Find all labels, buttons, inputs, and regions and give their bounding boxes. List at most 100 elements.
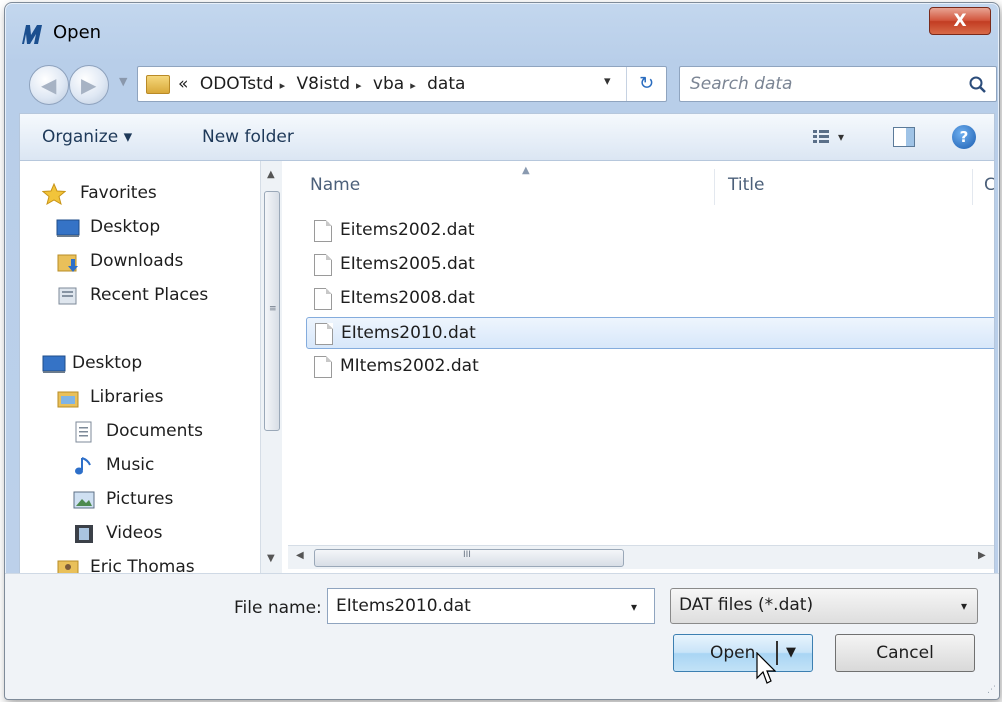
nav-item-label: Favorites <box>80 183 157 203</box>
music-icon <box>75 457 91 475</box>
file-type-value: DAT files (*.dat) <box>679 595 814 615</box>
file-icon <box>315 323 333 345</box>
column-divider[interactable] <box>714 169 715 205</box>
file-name-label: File name: <box>234 598 322 618</box>
window-title: Open <box>53 22 102 43</box>
mouse-pointer-icon <box>756 652 776 684</box>
videos-icon <box>75 525 93 543</box>
browser-content: Favorites Desktop Downloads Recent Place… <box>19 161 995 573</box>
address-dropdown-icon[interactable]: ▾ <box>604 74 611 89</box>
scroll-grip-icon: III <box>463 550 471 560</box>
file-name: Eitems2002.dat <box>340 220 475 240</box>
nav-item-label: Recent Places <box>90 285 209 305</box>
file-list: ▲ Name Title Co Eitems2002.dat EItems200… <box>288 161 994 573</box>
breadcrumb-overflow[interactable]: « <box>178 74 188 94</box>
file-name: EItems2008.dat <box>340 288 475 308</box>
desktop-icon <box>42 355 66 373</box>
nav-item-label: Videos <box>106 523 163 543</box>
microstation-logo-icon <box>22 25 42 44</box>
breadcrumb-vba[interactable]: vba <box>373 74 404 94</box>
file-name-dropdown-icon[interactable]: ▾ <box>631 600 637 614</box>
folder-icon <box>146 75 170 94</box>
column-header-name[interactable]: Name <box>310 175 360 195</box>
file-name-input[interactable]: EItems2010.dat <box>327 588 655 624</box>
nav-item-label: Downloads <box>90 251 184 271</box>
file-name: EItems2005.dat <box>340 254 475 274</box>
open-options-dropdown-icon[interactable]: ▼ <box>786 635 796 671</box>
pictures-icon <box>73 491 95 509</box>
back-button[interactable]: ◀ <box>29 65 69 105</box>
new-folder-button[interactable]: New folder <box>202 127 294 147</box>
nav-item-label: Pictures <box>106 489 174 509</box>
nav-vertical-scrollbar[interactable]: ▲ ≡ ▼ <box>260 161 282 573</box>
scroll-left-icon[interactable]: ◀ <box>296 550 304 561</box>
breadcrumb: « ODOTstd ▸ V8istd ▸ vba ▸ data <box>178 74 471 94</box>
open-button-label: Open <box>710 643 756 663</box>
refresh-button[interactable]: ↻ <box>626 67 666 101</box>
back-arrow-icon: ◀ <box>41 73 57 97</box>
file-row[interactable]: EItems2008.dat <box>306 283 994 315</box>
file-row[interactable]: EItems2005.dat <box>306 249 994 281</box>
split-divider <box>776 641 778 665</box>
file-row[interactable]: Eitems2002.dat <box>306 215 994 247</box>
scroll-grip-icon: ≡ <box>269 304 277 314</box>
forward-arrow-icon: ▶ <box>81 73 97 97</box>
file-horizontal-scrollbar[interactable]: ◀ III ▶ <box>288 545 994 569</box>
title-bar: Open X <box>5 3 999 59</box>
organize-menu[interactable]: Organize ▾ <box>42 127 132 147</box>
preview-pane-icon[interactable] <box>893 127 915 147</box>
libraries-icon <box>57 391 79 408</box>
resize-grip-icon[interactable]: ⋰ <box>987 685 996 695</box>
column-header-more[interactable]: Co <box>984 175 994 195</box>
help-icon[interactable]: ? <box>952 125 976 149</box>
user-folder-icon <box>57 560 79 573</box>
nav-item-label: Desktop <box>90 217 161 237</box>
forward-button[interactable]: ▶ <box>69 65 109 105</box>
cancel-button[interactable]: Cancel <box>835 634 975 672</box>
breadcrumb-separator-icon[interactable]: ▸ <box>410 79 416 92</box>
scroll-down-icon[interactable]: ▼ <box>267 553 275 564</box>
file-type-dropdown-icon[interactable]: ▾ <box>961 599 967 613</box>
breadcrumb-data[interactable]: data <box>427 74 465 94</box>
column-divider[interactable] <box>972 169 973 205</box>
file-icon <box>314 220 332 242</box>
nav-item-label: Libraries <box>90 387 164 407</box>
file-name: MItems2002.dat <box>340 356 479 376</box>
documents-icon <box>75 421 92 443</box>
breadcrumb-v8istd[interactable]: V8istd <box>297 74 350 94</box>
nav-item-label: Documents <box>106 421 203 441</box>
breadcrumb-separator-icon[interactable]: ▸ <box>356 79 362 92</box>
sort-ascending-icon: ▲ <box>522 165 530 176</box>
recent-locations-dropdown-icon[interactable]: ▼ <box>119 75 127 88</box>
navigation-pane: Favorites Desktop Downloads Recent Place… <box>20 161 282 573</box>
file-type-select[interactable]: DAT files (*.dat) ▾ <box>670 588 978 624</box>
scroll-up-icon[interactable]: ▲ <box>267 169 275 180</box>
view-options-icon[interactable] <box>812 129 830 145</box>
file-icon <box>314 288 332 310</box>
close-button[interactable]: X <box>929 7 991 35</box>
search-input[interactable]: Search data <box>690 74 792 94</box>
command-bar: Organize ▾ New folder ▾ ? <box>19 113 995 161</box>
scroll-right-icon[interactable]: ▶ <box>978 550 986 561</box>
file-icon <box>314 254 332 276</box>
open-button[interactable]: Open ▼ <box>673 634 813 672</box>
breadcrumb-odotstd[interactable]: ODOTstd <box>200 74 274 94</box>
file-row[interactable]: MItems2002.dat <box>306 351 994 383</box>
scroll-thumb[interactable]: III <box>314 549 624 567</box>
open-dialog: Open X ◀ ▶ ▼ « ODOTstd ▸ V8istd ▸ vba ▸ dat… <box>4 2 1000 700</box>
search-box[interactable]: Search data <box>679 66 997 102</box>
file-name: EItems2010.dat <box>341 323 476 343</box>
nav-item-label: Eric Thomas <box>90 557 195 573</box>
scroll-thumb[interactable]: ≡ <box>264 191 280 431</box>
file-selection-panel: File name: EItems2010.dat ▾ DAT files (*… <box>5 573 999 699</box>
nav-item-label: Desktop <box>72 353 143 373</box>
star-icon <box>42 183 66 205</box>
file-row-selected[interactable]: EItems2010.dat <box>306 317 994 349</box>
breadcrumb-separator-icon[interactable]: ▸ <box>280 79 286 92</box>
nav-item-label: Music <box>106 455 155 475</box>
recent-places-icon <box>58 287 77 305</box>
address-bar[interactable]: « ODOTstd ▸ V8istd ▸ vba ▸ data ▾ ↻ <box>137 66 667 102</box>
column-header-title[interactable]: Title <box>728 175 764 195</box>
view-dropdown-icon[interactable]: ▾ <box>838 130 844 144</box>
search-icon[interactable] <box>968 75 988 95</box>
